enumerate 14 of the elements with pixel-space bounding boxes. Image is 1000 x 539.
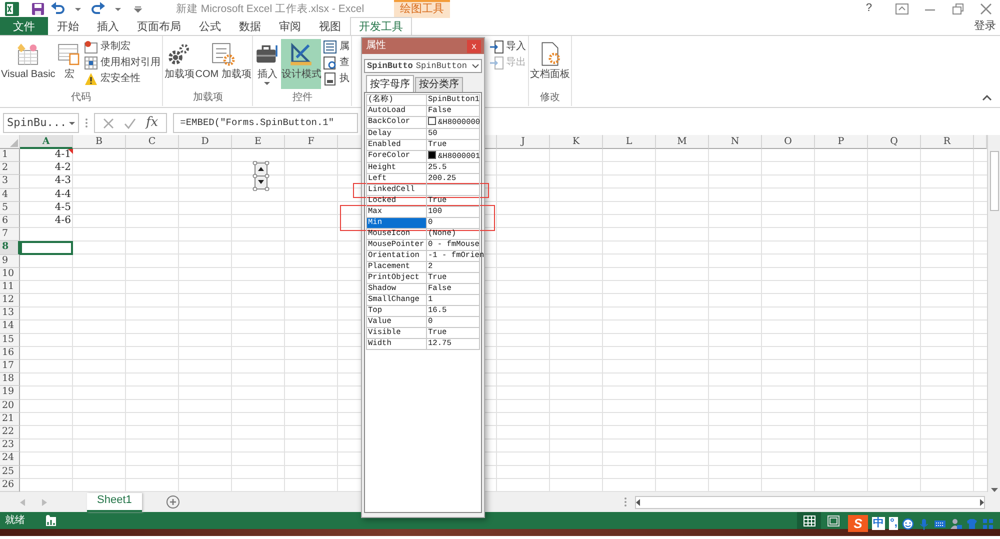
status-text: 就绪 — [5, 514, 25, 526]
group-label: 代码 — [71, 92, 92, 105]
table-cell: 4-3 — [54, 175, 71, 188]
group-label: 修改 — [540, 92, 560, 105]
table-cell: 4-6 — [54, 214, 71, 227]
table-cell: 4-4 — [54, 188, 71, 201]
window-title: 新建 Microsoft Excel 工作表.xlsx - Excel — [176, 2, 364, 16]
context-tab-label: 绘图工具 — [394, 0, 450, 18]
group-label: 控件 — [292, 92, 312, 105]
table-cell: 4-1 — [54, 149, 71, 161]
table-cell: 4-5 — [54, 202, 71, 214]
table-cell: 4-2 — [54, 162, 71, 174]
group-label: 加载项 — [192, 92, 223, 105]
window-title: 属性 — [366, 40, 386, 52]
